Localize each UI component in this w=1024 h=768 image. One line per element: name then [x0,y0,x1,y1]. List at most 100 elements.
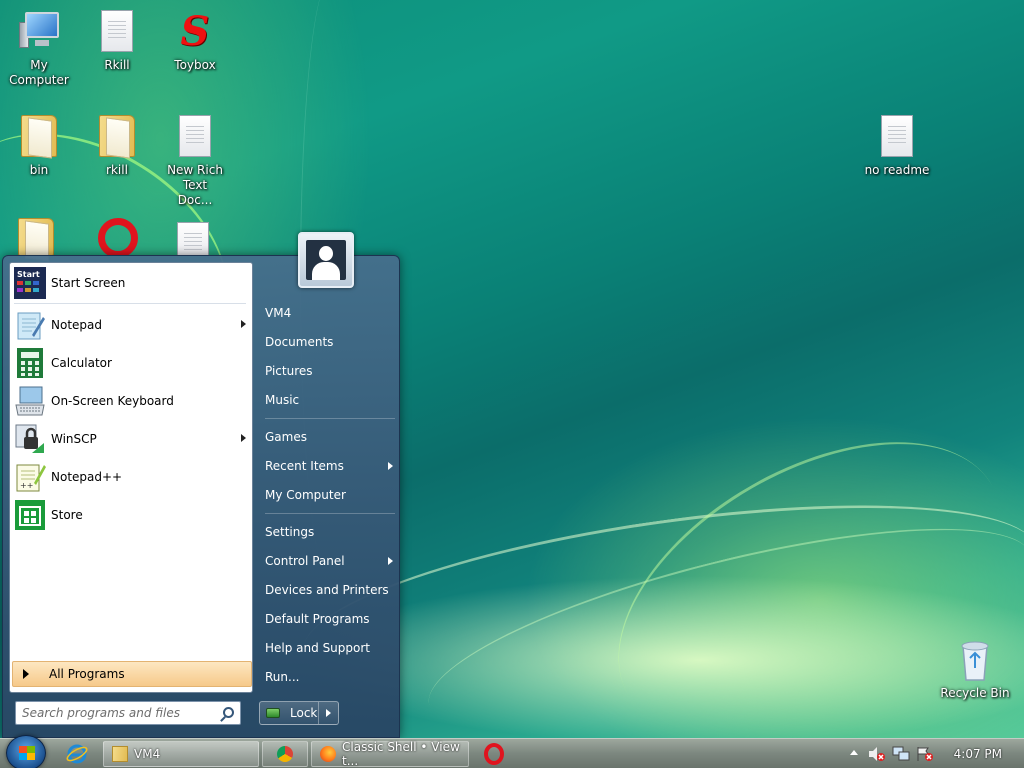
rich-text-document-icon [175,115,215,159]
taskbar-button-firefox[interactable]: Classic Shell • View t... [311,740,469,768]
system-tray: 4:07 PM [844,739,1024,768]
folder-icon [112,746,128,762]
user-avatar-icon [306,240,346,280]
taskbar-button-label: VM4 [134,747,161,761]
desktop-icon-toybox[interactable]: S Toybox [156,10,234,73]
right-item-label: Recent Items [265,459,344,473]
start-menu-item-label: Notepad [51,318,102,332]
right-item-run[interactable]: Run... [265,666,395,688]
desktop-icon-bin[interactable]: bin [0,115,78,178]
keyboard-icon [14,385,46,417]
computer-icon [19,10,59,54]
recycle-bin-icon [955,638,995,682]
windows-logo-icon [19,746,35,760]
search-input[interactable]: Search programs and files [15,701,241,725]
network-icon[interactable] [892,746,910,765]
desktop-icon-rkill-folder[interactable]: rkill [78,115,156,178]
right-item-label: Games [265,430,307,444]
desktop-icon-no-readme[interactable]: no readme [858,115,936,178]
start-menu-item-calculator[interactable]: Calculator [14,345,250,381]
start-menu: Start Start Screen Notepad Calculator On… [2,255,400,738]
wallpaper-streak [292,469,1024,731]
right-item-devices-and-printers[interactable]: Devices and Printers [265,579,395,601]
right-item-recent-items[interactable]: Recent Items [265,455,395,477]
right-item-label: Devices and Printers [265,583,389,597]
user-picture[interactable] [298,232,354,288]
opera-icon[interactable] [483,743,505,765]
start-menu-item-label: Store [51,508,83,522]
document-icon[interactable] [176,222,210,256]
start-menu-item-winscp[interactable]: WinSCP [14,421,250,457]
start-menu-item-start-screen[interactable]: Start Start Screen [14,265,250,301]
start-menu-item-store[interactable]: Store [14,497,250,533]
start-menu-item-notepad[interactable]: Notepad [14,307,250,343]
folder-icon [19,115,59,159]
right-item-control-panel[interactable]: Control Panel [265,550,395,572]
right-item-music[interactable]: Music [265,389,395,411]
taskbar: VM4 Classic Shell • View t... 4:07 PM [0,735,1024,768]
taskbar-button-chrome[interactable] [262,741,308,767]
taskbar-button-label: Classic Shell • View t... [342,740,460,768]
right-item-label: Default Programs [265,612,370,626]
lock-icon [266,708,280,718]
desktop-icon-label: Rkill [104,58,130,72]
separator [14,303,246,304]
right-item-label: Music [265,393,300,407]
desktop-icon-new-rich-text[interactable]: New Rich Text Doc... [156,115,234,208]
right-item-vm4[interactable]: VM4 [265,302,395,324]
start-menu-programs-pane: Start Start Screen Notepad Calculator On… [9,262,253,693]
start-menu-item-label: On-Screen Keyboard [51,394,174,408]
clock[interactable]: 4:07 PM [954,747,1002,761]
internet-explorer-icon[interactable] [66,743,88,765]
desktop-icon-label: Toybox [174,58,216,72]
notepad-icon [14,309,46,341]
right-item-label: Run... [265,670,300,684]
search-placeholder: Search programs and files [22,706,180,720]
right-item-documents[interactable]: Documents [265,331,395,353]
start-menu-item-notepadpp[interactable]: ++ Notepad++ [14,459,250,495]
taskbar-button-vm4[interactable]: VM4 [103,741,259,767]
show-hidden-icons-icon[interactable] [850,750,858,755]
document-icon [97,10,137,54]
desktop-icon-my-computer[interactable]: My Computer [0,10,78,88]
action-center-icon[interactable] [916,746,934,765]
chrome-icon [277,746,293,762]
start-menu-item-on-screen-keyboard[interactable]: On-Screen Keyboard [14,383,250,419]
right-item-help-and-support[interactable]: Help and Support [265,637,395,659]
separator [265,418,395,419]
right-item-label: VM4 [265,306,292,320]
right-item-label: Settings [265,525,315,539]
shutdown-options-button[interactable] [318,702,338,724]
document-icon [877,115,917,159]
search-icon[interactable] [223,707,234,718]
right-item-label: Help and Support [265,641,370,655]
right-item-default-programs[interactable]: Default Programs [265,608,395,630]
svg-text:++: ++ [20,481,33,490]
submenu-arrow-icon [388,462,393,470]
volume-muted-icon[interactable] [868,746,886,765]
opera-icon[interactable] [96,218,140,256]
right-item-pictures[interactable]: Pictures [265,360,395,382]
right-item-label: Pictures [265,364,313,378]
submenu-arrow-icon [241,320,246,328]
right-item-games[interactable]: Games [265,426,395,448]
right-item-settings[interactable]: Settings [265,521,395,543]
desktop-icon-recycle-bin[interactable]: Recycle Bin [936,638,1014,701]
all-programs-button[interactable]: All Programs [12,661,252,687]
start-menu-item-label: WinSCP [51,432,97,446]
start-screen-icon: Start [14,267,46,299]
right-item-my-computer[interactable]: My Computer [265,484,395,506]
desktop-icon-label: rkill [106,163,128,177]
desktop-icon-rkill[interactable]: Rkill [78,10,156,73]
folder-icon[interactable] [18,218,54,256]
submenu-arrow-icon [241,434,246,442]
desktop-icon-label: no readme [864,163,930,177]
right-item-label: Control Panel [265,554,345,568]
store-icon [14,499,46,531]
desktop-icon-label: My Computer [9,58,69,87]
wallpaper-streak [412,487,1024,768]
start-menu-item-label: Calculator [51,356,112,370]
start-button[interactable] [6,735,46,768]
start-menu-item-label: Start Screen [51,276,126,290]
lock-button[interactable]: Lock [259,701,339,725]
